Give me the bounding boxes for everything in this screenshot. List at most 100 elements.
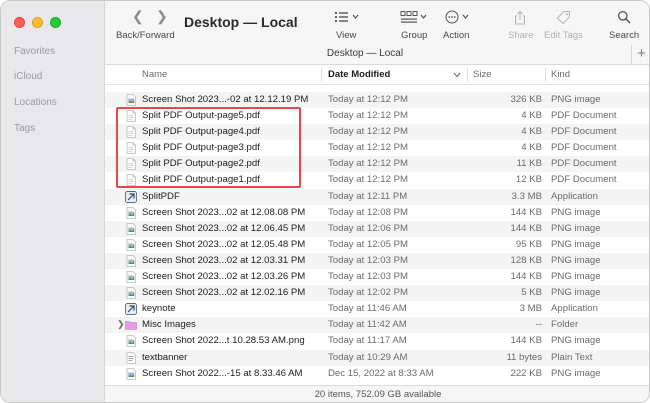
file-name: Screen Shot 2022...t 10.28.53 AM.png [142, 335, 305, 347]
file-kind: Folder [551, 319, 579, 331]
file-size: 144 KB [510, 271, 542, 283]
file-name: Screen Shot 2023...02 at 12.02.16 PM [142, 287, 306, 299]
file-row[interactable]: Screen Shot 2022...t 10.28.53 AM.png Toda… [105, 333, 649, 349]
file-row[interactable]: ❯ Misc Images Today at 11:42 AM -- Folder [105, 317, 649, 334]
file-size: 222 KB [510, 367, 542, 379]
toolbar: ❮ ❯ Back/Forward Desktop — Local View Gr… [105, 1, 649, 45]
image-file-icon [125, 287, 137, 300]
file-date-modified: Today at 12:03 PM [328, 271, 408, 283]
edit-tags-label[interactable]: Edit Tags [544, 30, 583, 41]
file-row[interactable]: Screen Shot 2023...02 at 12.08.08 PM Toda… [105, 205, 649, 221]
forward-chevron-icon[interactable]: ❯ [156, 8, 168, 25]
column-header-name[interactable]: Name [142, 69, 167, 80]
file-size: -- [535, 319, 542, 331]
file-row[interactable]: Split PDF Output-page2.pdf Today at 12:12… [105, 156, 649, 173]
file-kind: PNG image [551, 238, 601, 250]
group-icon[interactable] [400, 10, 428, 24]
file-name: Split PDF Output-page4.pdf [142, 126, 260, 138]
file-kind: PNG image [551, 335, 601, 347]
column-divider[interactable] [545, 68, 546, 82]
file-row[interactable]: keynote Today at 11:46 AM 3 MB Application [105, 301, 649, 317]
file-name: Screen Shot 2023...02 at 12.06.45 PM [142, 222, 306, 234]
file-date-modified: Today at 12:08 PM [328, 206, 408, 218]
column-header-size[interactable]: Size [473, 69, 491, 80]
file-name: SplitPDF [142, 190, 180, 202]
search-label[interactable]: Search [609, 30, 639, 41]
file-size: 3.3 MB [511, 190, 542, 202]
group-label[interactable]: Group [401, 30, 427, 41]
file-name: Misc Images [142, 319, 196, 331]
text-file-icon [125, 351, 137, 364]
file-row[interactable]: Screen Shot 2022...-15 at 8.33.46 AM Dec … [105, 366, 649, 382]
file-row[interactable]: SplitPDF Today at 12:11 PM 3.3 MB Applicati… [105, 188, 649, 205]
sidebar-section-locations[interactable]: Locations [14, 97, 57, 108]
file-name: Screen Shot 2023...-02 at 12.12.19 PM [142, 94, 309, 105]
file-row[interactable]: Screen Shot 2023...02 at 12.03.31 PM Toda… [105, 252, 649, 270]
action-ellipsis-icon[interactable] [445, 10, 473, 24]
list-view-icon[interactable] [334, 10, 360, 24]
sidebar: Favorites iCloud Locations Tags [1, 1, 105, 402]
file-size: 4 KB [521, 110, 542, 122]
file-row[interactable]: Screen Shot 2023...02 at 12.06.45 PM Toda… [105, 220, 649, 237]
sort-descending-icon [453, 72, 461, 78]
file-row[interactable]: Split PDF Output-page3.pdf Today at 12:12… [105, 140, 649, 156]
window-title: Desktop — Local [184, 14, 298, 30]
search-icon[interactable] [617, 10, 631, 24]
file-row[interactable]: Screen Shot 2023...-02 at 12.12.19 PM Tod… [105, 92, 649, 109]
file-row[interactable]: Screen Shot 2023...02 at 12.05.48 PM Toda… [105, 237, 649, 253]
close-window-button[interactable] [14, 17, 25, 28]
path-title: Desktop — Local [326, 48, 404, 59]
back-forward-label: Back/Forward [116, 30, 175, 41]
action-label[interactable]: Action [443, 30, 469, 41]
file-kind: PNG image [551, 222, 601, 234]
file-row[interactable]: Split PDF Output-page4.pdf Today at 12:12… [105, 124, 649, 141]
sidebar-section-tags[interactable]: Tags [14, 123, 35, 134]
file-kind: PNG image [551, 367, 601, 379]
view-label[interactable]: View [336, 30, 356, 41]
file-name: Split PDF Output-page1.pdf [142, 174, 260, 186]
pdf-file-icon [125, 158, 137, 171]
file-name: Split PDF Output-page5.pdf [142, 110, 260, 122]
add-tab-button[interactable]: + [631, 45, 649, 65]
column-header-kind[interactable]: Kind [551, 69, 570, 80]
path-bar: Desktop — Local + [105, 45, 649, 65]
file-row[interactable]: Screen Shot 2023...02 at 12.02.16 PM Toda… [105, 285, 649, 302]
file-name: textbanner [142, 351, 188, 363]
file-date-modified: Today at 12:11 PM [328, 190, 408, 202]
file-size: 5 KB [521, 287, 542, 299]
sidebar-section-favorites[interactable]: Favorites [14, 46, 55, 57]
file-name: Screen Shot 2023...02 at 12.03.31 PM [142, 254, 306, 266]
file-size: 144 KB [510, 222, 542, 234]
minimize-window-button[interactable] [32, 17, 43, 28]
file-kind: PDF Document [551, 126, 617, 138]
disclosure-chevron-icon[interactable]: ❯ [117, 319, 125, 330]
tag-icon[interactable] [556, 10, 571, 25]
image-file-icon [125, 222, 137, 235]
sidebar-section-icloud[interactable]: iCloud [14, 71, 42, 82]
image-file-icon [125, 206, 137, 219]
file-kind: PNG image [551, 254, 601, 266]
file-size: 95 KB [515, 238, 542, 250]
share-label[interactable]: Share [508, 30, 533, 41]
file-name: Split PDF Output-page3.pdf [142, 142, 260, 154]
pdf-file-icon [125, 126, 137, 139]
file-size: 11 KB [516, 158, 542, 170]
column-divider[interactable] [321, 68, 322, 82]
file-date-modified: Today at 10:29 AM [328, 351, 408, 363]
back-chevron-icon[interactable]: ❮ [132, 8, 144, 25]
file-date-modified: Today at 12:12 PM [328, 142, 408, 154]
file-row[interactable]: Split PDF Output-page5.pdf Today at 12:12… [105, 108, 649, 124]
file-kind: PDF Document [551, 174, 617, 186]
file-size: 4 KB [521, 142, 542, 154]
file-date-modified: Today at 12:12 PM [328, 174, 408, 186]
file-row[interactable]: Split PDF Output-page1.pdf Today at 12:12… [105, 172, 649, 188]
share-icon[interactable] [514, 10, 526, 25]
file-date-modified: Today at 12:02 PM [328, 287, 408, 299]
column-header-date[interactable]: Date Modified [328, 69, 390, 80]
file-size: 3 MB [519, 303, 542, 315]
file-row[interactable]: textbanner Today at 10:29 AM 11 bytes Plain… [105, 349, 649, 366]
file-row[interactable]: Screen Shot 2023...02 at 12.03.26 PM Toda… [105, 269, 649, 285]
file-size: 144 KB [510, 206, 542, 218]
zoom-window-button[interactable] [50, 17, 61, 28]
column-divider[interactable] [467, 68, 468, 82]
